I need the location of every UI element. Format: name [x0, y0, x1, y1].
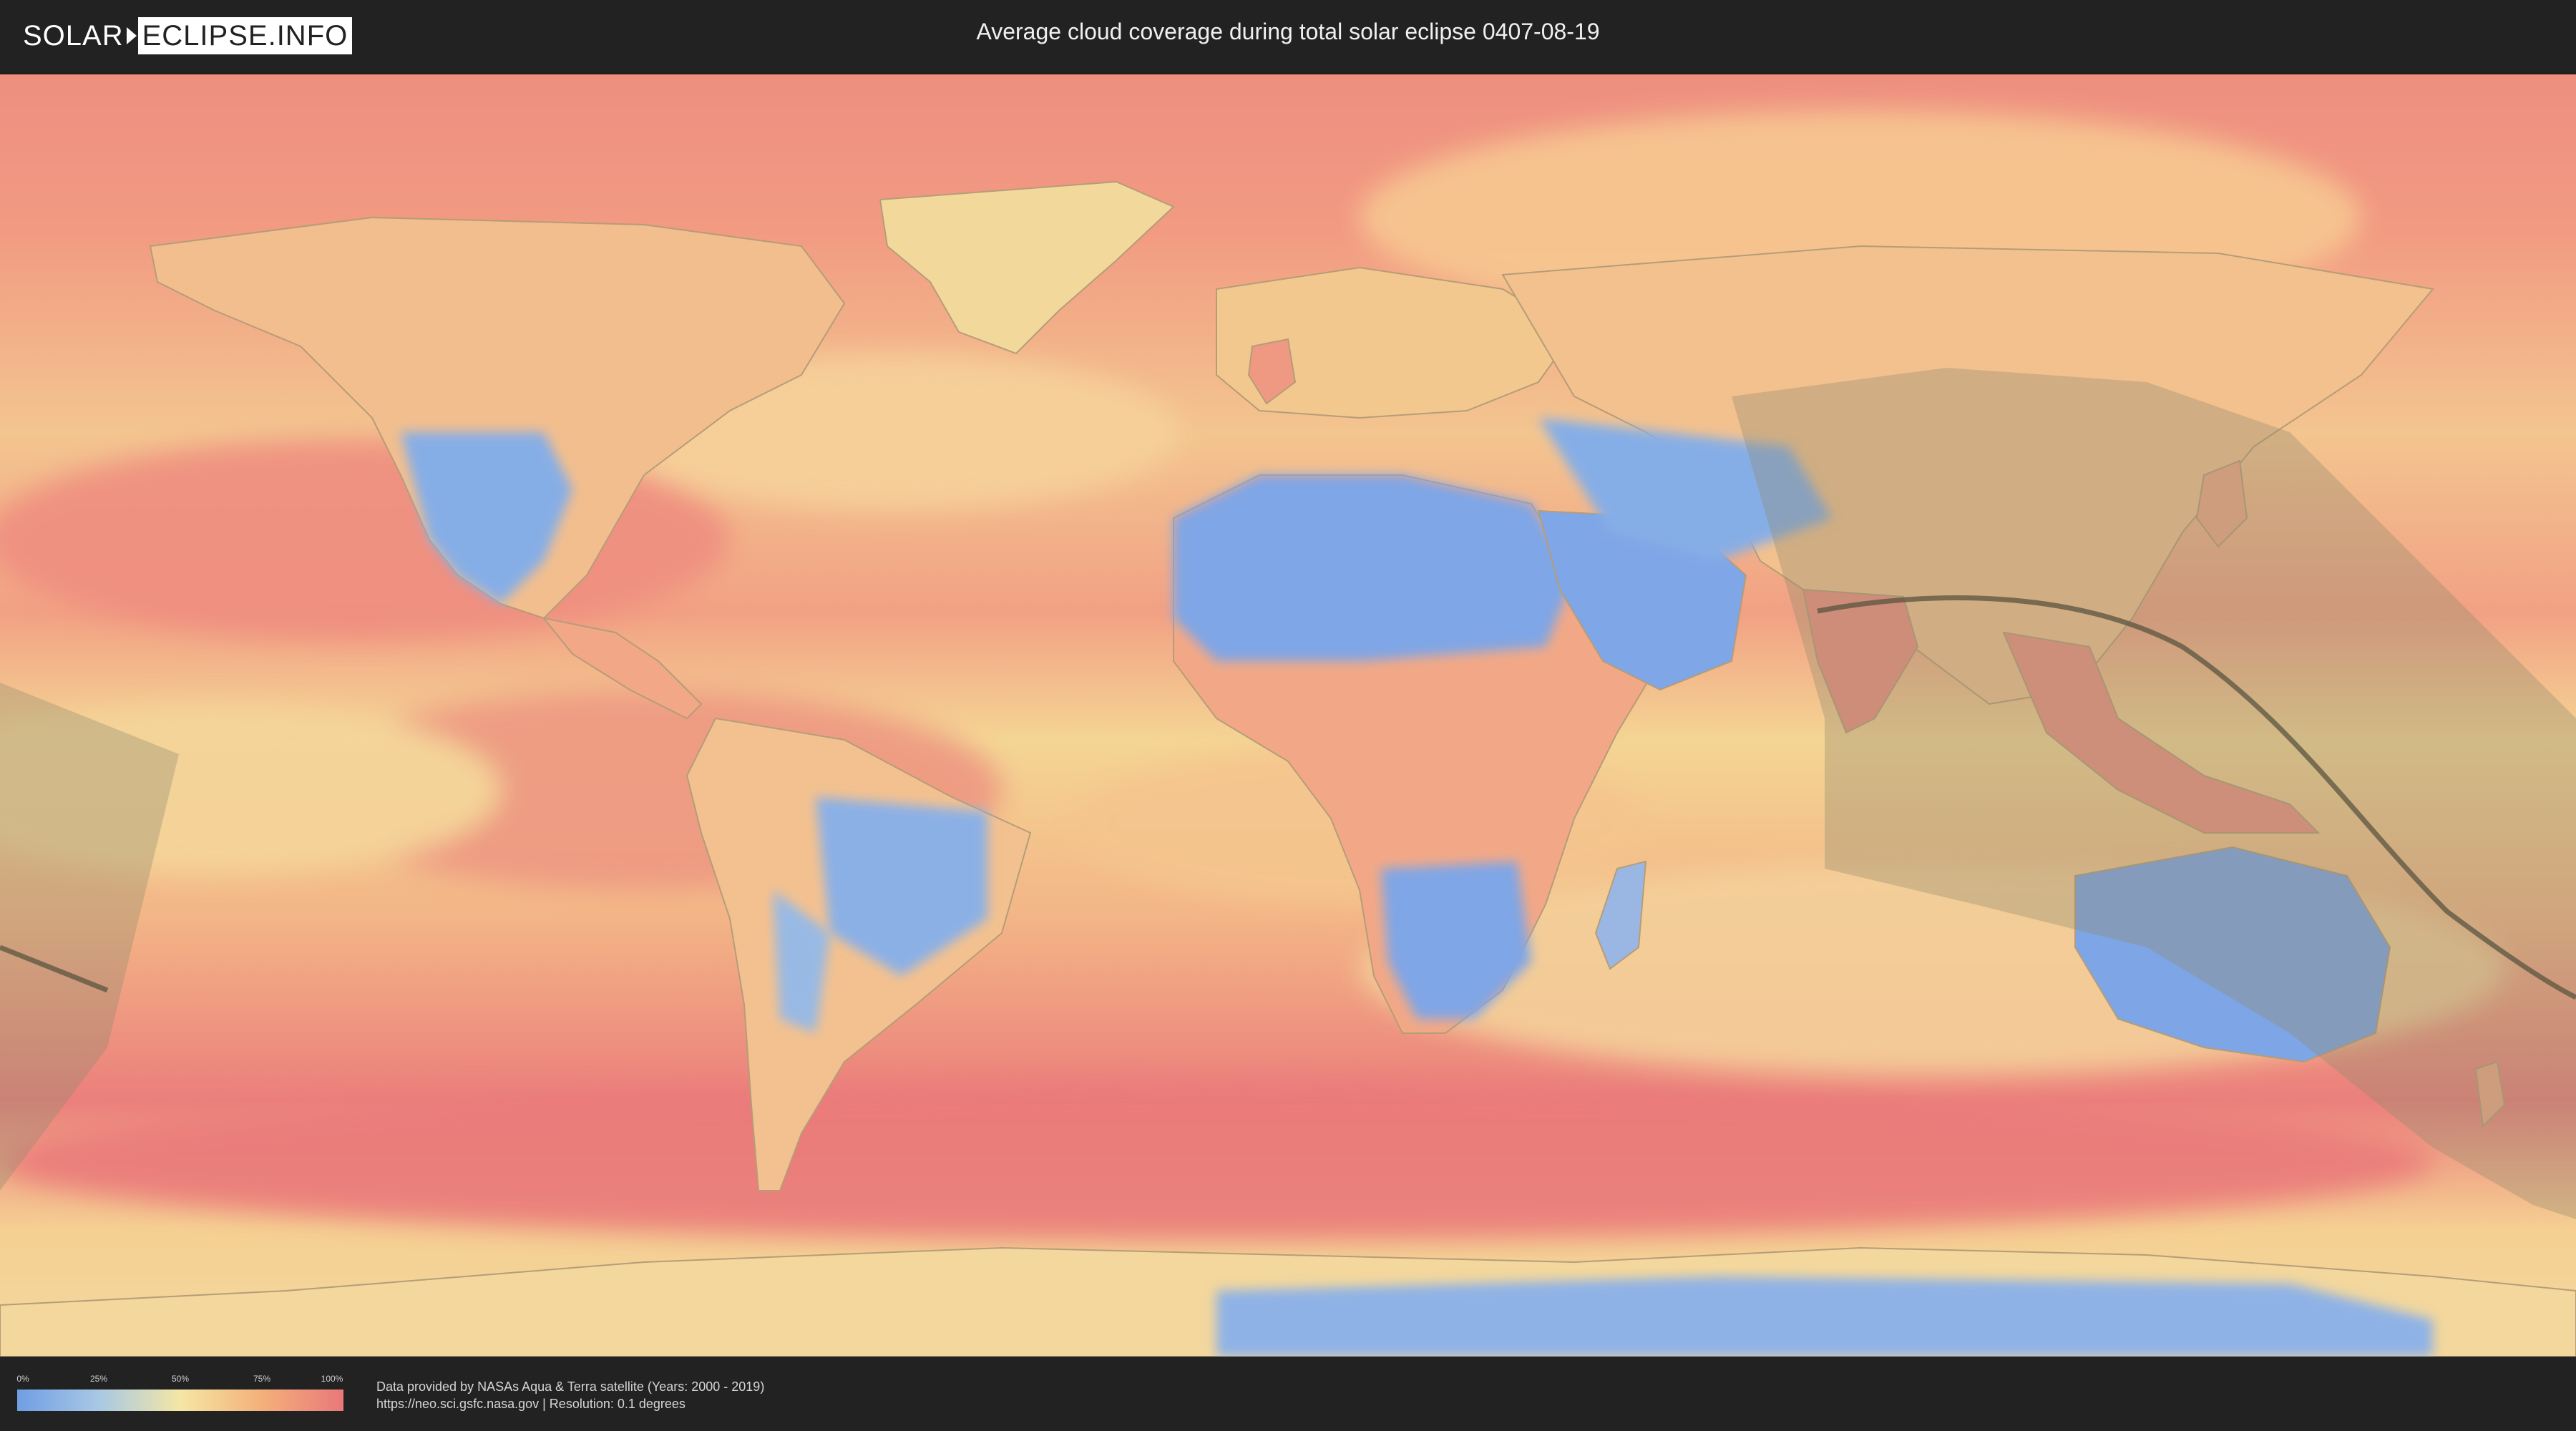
cloud-coverage-legend: 0% 25% 50% 75% 100%: [16, 1374, 343, 1414]
data-credits: Data provided by NASAs Aqua & Terra sate…: [376, 1378, 764, 1412]
cloud-coverage-map[interactable]: [0, 74, 2576, 1357]
header-bar: SOLAR ECLIPSE.INFO Average cloud coverag…: [0, 0, 2576, 72]
legend-tick-25: 25%: [89, 1374, 108, 1384]
map-canvas: [0, 74, 2576, 1357]
legend-tick-100: 100%: [321, 1374, 343, 1384]
antarctica-clear-region: [1216, 1276, 2433, 1357]
credit-line-resolution[interactable]: https://neo.sci.gsfc.nasa.gov | Resoluti…: [376, 1395, 764, 1412]
sahara-clear-region: [1174, 475, 1574, 661]
page-title: Average cloud coverage during total sola…: [976, 19, 1600, 44]
legend-ticks: 0% 25% 50% 75% 100%: [16, 1374, 343, 1385]
legend-gradient-bar: [17, 1390, 343, 1411]
legend-tick-75: 75%: [253, 1374, 271, 1384]
legend-tick-0: 0%: [16, 1374, 29, 1384]
app: SOLAR ECLIPSE.INFO Average cloud coverag…: [0, 0, 2576, 1431]
footer-bar: 0% 25% 50% 75% 100% Data provided by NAS…: [0, 1357, 2576, 1431]
credit-line-source: Data provided by NASAs Aqua & Terra sate…: [376, 1379, 765, 1394]
legend-tick-50: 50%: [171, 1374, 190, 1384]
